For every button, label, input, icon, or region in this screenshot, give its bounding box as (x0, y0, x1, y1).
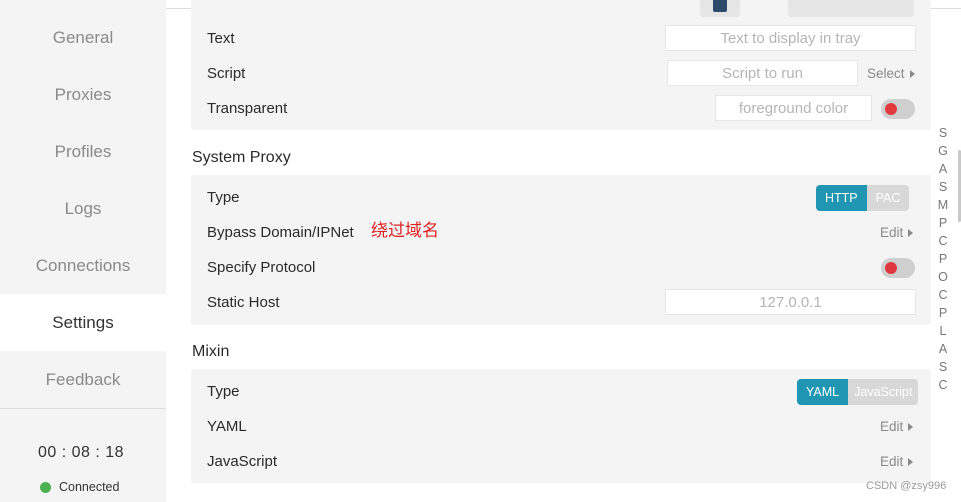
edit-label: Edit (880, 454, 904, 469)
mixin-card: Type YAML JavaScript YAML Edit JavaScrip… (191, 369, 931, 483)
proxy-type-label: Type (207, 189, 240, 206)
letter-index-item[interactable]: O (936, 268, 950, 286)
sidebar-item-label: Settings (52, 312, 114, 332)
sidebar-item-label: Feedback (45, 369, 121, 389)
caret-right-icon (908, 228, 914, 237)
sidebar-item-profiles[interactable]: Profiles (0, 123, 166, 180)
static-host-placeholder: 127.0.0.1 (759, 293, 822, 311)
tray-script-label: Script (207, 65, 246, 82)
tray-transparent-label: Transparent (207, 100, 288, 117)
static-host-input[interactable]: 127.0.0.1 (665, 289, 916, 315)
tray-text-input[interactable]: Text to display in tray (665, 25, 916, 51)
tray-icon (713, 0, 727, 12)
sidebar: General Proxies Profiles Logs Connection… (0, 0, 166, 502)
static-host-label: Static Host (207, 294, 280, 311)
letter-index-item[interactable]: A (936, 160, 950, 178)
sidebar-divider (0, 408, 166, 409)
tray-script-select-button[interactable]: Select (867, 66, 915, 81)
sidebar-item-connections[interactable]: Connections (0, 237, 166, 294)
tray-card: Text Text to display in tray Script Scri… (191, 0, 931, 130)
tray-text-placeholder: Text to display in tray (720, 29, 861, 47)
letter-index-item[interactable]: P (936, 250, 950, 268)
bypass-edit-button[interactable]: Edit (880, 225, 914, 240)
mixin-js-edit-button[interactable]: Edit (880, 454, 914, 469)
letter-index-item[interactable]: M (936, 196, 950, 214)
uptime-timer: 00 : 08 : 18 (37, 444, 125, 461)
tray-transparent-toggle[interactable] (881, 99, 915, 119)
clipped-speed-chip (788, 0, 914, 17)
connection-status: Connected (40, 480, 119, 494)
letter-index-item[interactable]: S (936, 358, 950, 376)
select-label: Select (867, 66, 905, 81)
sidebar-item-label: Profiles (54, 141, 112, 161)
bypass-label: Bypass Domain/IPNet (207, 224, 354, 241)
letter-index-item[interactable]: P (936, 304, 950, 322)
proxy-type-http[interactable]: HTTP (816, 185, 867, 211)
clipped-icon-button[interactable] (700, 0, 740, 17)
caret-right-icon (908, 457, 914, 466)
sidebar-item-general[interactable]: General (0, 9, 166, 66)
letter-index-item[interactable]: C (936, 232, 950, 250)
letter-index-item[interactable]: C (936, 376, 950, 394)
sidebar-item-label: Connections (35, 255, 131, 275)
edit-label: Edit (880, 419, 904, 434)
toggle-knob (885, 103, 897, 115)
letter-index-item[interactable]: S (936, 178, 950, 196)
letter-index-item[interactable]: A (936, 340, 950, 358)
edit-label: Edit (880, 225, 904, 240)
mixin-type-yaml[interactable]: YAML (797, 379, 849, 405)
mixin-title: Mixin (192, 343, 230, 360)
sidebar-item-label: Logs (64, 198, 102, 218)
specify-protocol-toggle[interactable] (881, 258, 915, 278)
bypass-annotation: 绕过域名 (371, 221, 439, 240)
mixin-type-segmented: YAML JavaScript (797, 379, 919, 405)
mixin-yaml-label: YAML (207, 418, 247, 435)
system-proxy-title: System Proxy (192, 149, 291, 166)
letter-index-item[interactable]: L (936, 322, 950, 340)
system-proxy-card: Type HTTP PAC Bypass Domain/IPNet Edit S… (191, 175, 931, 325)
sidebar-item-label: General (52, 27, 114, 47)
status-dot-icon (40, 481, 51, 493)
tray-foreground-placeholder: foreground color (738, 99, 849, 117)
proxy-type-segmented: HTTP PAC (816, 185, 910, 211)
section-letter-index: S G A S M P C P O C P L A S C (936, 124, 950, 394)
letter-index-item[interactable]: P (936, 214, 950, 232)
proxy-type-pac[interactable]: PAC (866, 185, 910, 211)
sidebar-item-feedback[interactable]: Feedback (0, 351, 166, 408)
sidebar-item-settings[interactable]: Settings (0, 294, 166, 351)
sidebar-item-logs[interactable]: Logs (0, 180, 166, 237)
sidebar-item-proxies[interactable]: Proxies (0, 66, 166, 123)
caret-right-icon (909, 69, 915, 78)
tray-text-label: Text (207, 30, 235, 47)
mixin-js-label: JavaScript (207, 453, 278, 470)
tray-script-input[interactable]: Script to run (667, 60, 858, 86)
tray-script-placeholder: Script to run (722, 64, 803, 82)
tray-foreground-input[interactable]: foreground color (715, 95, 872, 121)
sidebar-item-label: Proxies (54, 84, 112, 104)
watermark: CSDN @zsy996 (866, 480, 947, 492)
mixin-yaml-edit-button[interactable]: Edit (880, 419, 914, 434)
letter-index-item[interactable]: G (936, 142, 950, 160)
letter-index-item[interactable]: S (936, 124, 950, 142)
caret-right-icon (908, 422, 914, 431)
specify-protocol-label: Specify Protocol (207, 259, 316, 276)
mixin-type-javascript[interactable]: JavaScript (848, 379, 919, 405)
status-text: Connected (59, 480, 120, 494)
toggle-knob (885, 262, 897, 274)
letter-index-item[interactable]: C (936, 286, 950, 304)
mixin-type-label: Type (207, 383, 240, 400)
